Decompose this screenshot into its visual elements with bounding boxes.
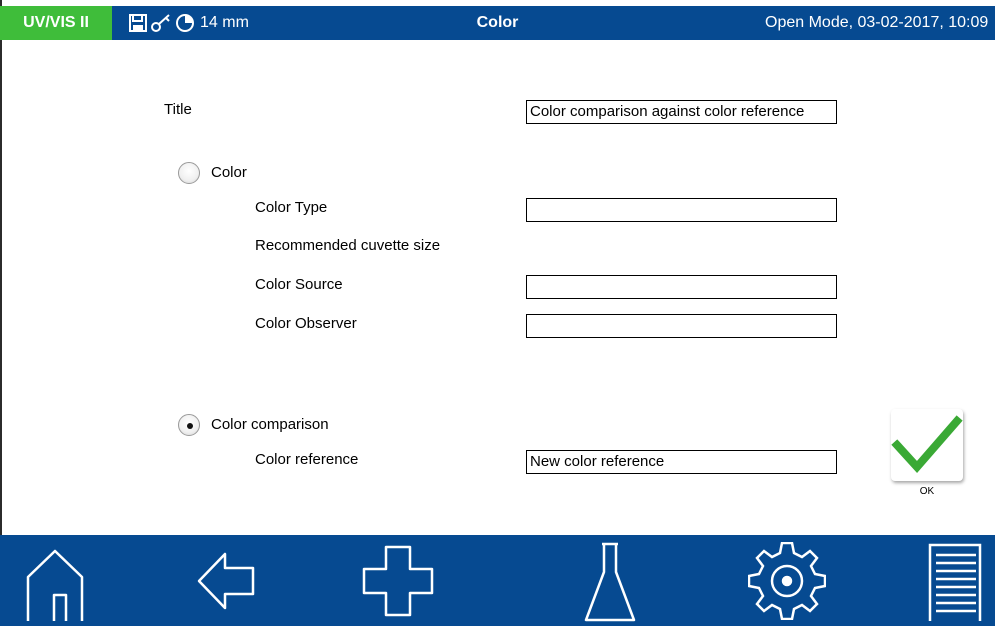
app-frame — [0, 0, 995, 626]
back-button[interactable] — [186, 535, 266, 626]
header-bar: UV/VIS II 14 mm Color Open Mode, 03-02-2… — [0, 6, 995, 40]
cuvette-size-text: 14 mm — [200, 14, 249, 31]
color-comparison-radio[interactable] — [178, 414, 200, 436]
add-button[interactable] — [358, 535, 438, 626]
status-text: Open Mode, 03-02-2017, 10:09 — [765, 14, 989, 31]
flask-icon — [584, 542, 636, 621]
recommended-cuvette-label: Recommended cuvette size — [255, 237, 441, 254]
home-icon — [26, 549, 84, 621]
color-observer-label: Color Observer — [255, 315, 357, 332]
key-icon — [150, 13, 172, 33]
color-source-field[interactable] — [526, 275, 837, 299]
color-observer-field[interactable] — [526, 314, 837, 338]
save-icon — [128, 13, 148, 33]
color-type-field[interactable] — [526, 198, 837, 222]
color-radio[interactable] — [178, 162, 200, 184]
color-reference-label: Color reference — [255, 451, 359, 468]
method-button[interactable] — [570, 535, 650, 626]
color-radio-label: Color — [211, 164, 247, 181]
color-source-label: Color Source — [255, 276, 343, 293]
ok-label: OK — [919, 486, 935, 497]
app-badge: UV/VIS II — [0, 6, 112, 40]
settings-button[interactable] — [747, 535, 827, 626]
home-button[interactable] — [15, 535, 95, 626]
color-type-label: Color Type — [255, 199, 328, 216]
gear-icon — [748, 541, 826, 620]
checkmark-icon — [891, 415, 963, 474]
color-reference-field[interactable]: New color reference — [526, 450, 837, 474]
menu-button[interactable] — [918, 535, 990, 626]
color-comparison-label: Color comparison — [211, 416, 329, 433]
bottom-nav-bar — [0, 535, 995, 626]
title-input[interactable]: Color comparison against color reference — [526, 100, 837, 124]
back-arrow-icon — [197, 552, 255, 609]
menu-list-icon — [928, 543, 982, 621]
pie-timer-icon — [174, 13, 196, 33]
ok-button[interactable] — [891, 409, 963, 481]
title-label: Title — [164, 101, 192, 118]
header-status-icons: 14 mm — [128, 6, 249, 40]
radio-selected-dot — [187, 423, 193, 429]
plus-icon — [362, 545, 434, 616]
